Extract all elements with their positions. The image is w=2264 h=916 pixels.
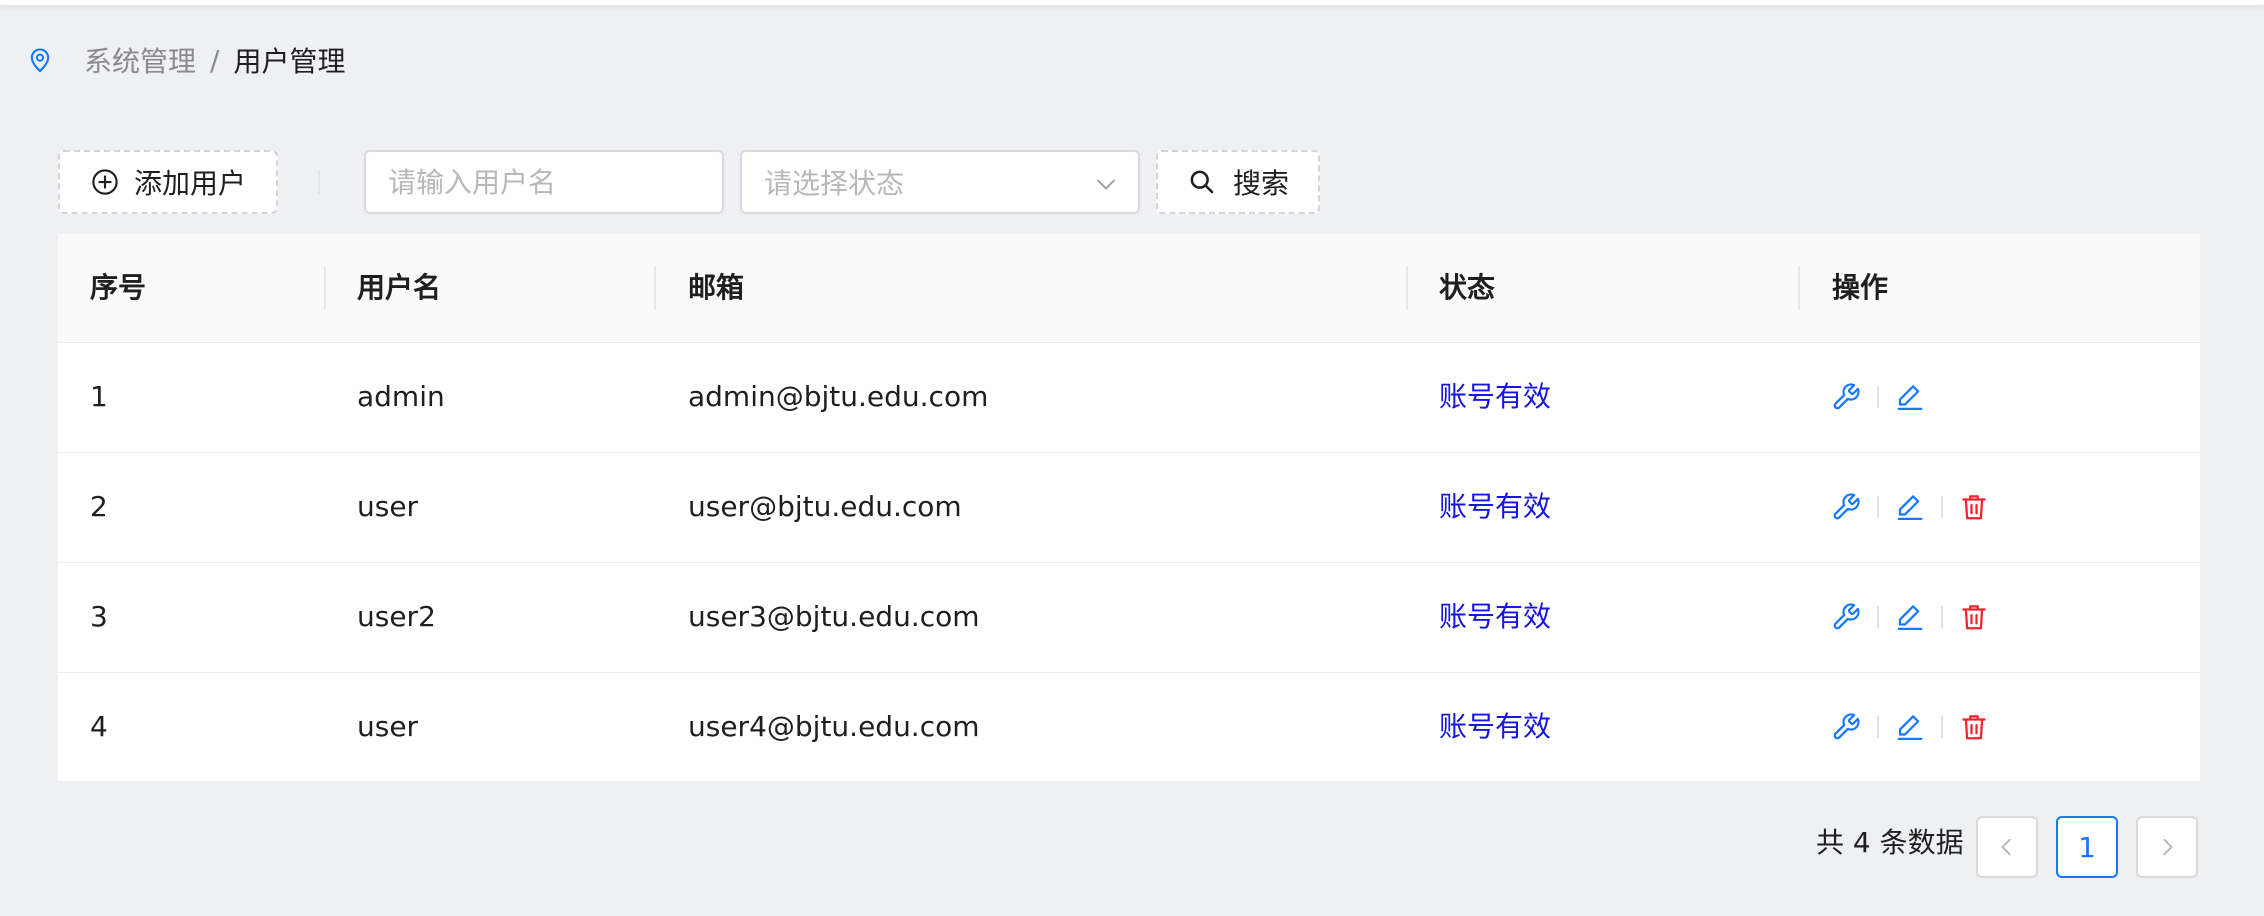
row-actions [1831,453,1989,561]
table-row: 4 user user4@bjtu.edu.com 账号有效 [58,673,2200,781]
edit-pen-icon[interactable] [1895,382,1925,412]
breadcrumb-parent[interactable]: 系统管理 [84,40,196,80]
username-search-input[interactable] [364,150,724,214]
search-icon [1187,167,1217,197]
breadcrumb-separator: / [210,43,220,77]
wrench-icon[interactable] [1831,492,1861,522]
trash-icon[interactable] [1959,712,1989,742]
cell-index: 4 [90,710,108,743]
cell-username: admin [357,380,445,413]
breadcrumb-current: 用户管理 [233,45,346,78]
cell-status: 账号有效 [1439,600,1552,633]
plus-circle-icon [90,167,120,197]
location-pin-icon [26,46,54,74]
top-bar [0,0,2264,5]
action-divider [1877,606,1879,628]
trash-icon[interactable] [1959,602,1989,632]
cell-status: 账号有效 [1439,490,1552,523]
header-actions: 操作 [1832,271,1889,304]
action-divider [1877,386,1879,408]
table-row: 2 user user@bjtu.edu.com 账号有效 [58,453,2200,563]
cell-username: user [357,490,419,523]
search-label: 搜索 [1232,167,1289,200]
cell-email: user3@bjtu.edu.com [688,600,980,633]
add-user-button[interactable]: 添加用户 [58,150,278,214]
header-divider [324,266,326,310]
header-divider [1798,266,1800,310]
row-actions [1831,563,1989,671]
header-index: 序号 [90,271,147,304]
toolbar-divider [318,170,320,194]
action-divider [1941,606,1943,628]
cell-username: user2 [357,600,436,633]
cell-email: user@bjtu.edu.com [688,490,962,523]
next-page-button[interactable] [2136,816,2198,878]
action-divider [1877,716,1879,738]
edit-pen-icon[interactable] [1895,492,1925,522]
row-actions [1831,343,1925,451]
page-number-label: 1 [2078,830,2096,864]
cell-status: 账号有效 [1439,710,1552,743]
add-user-label: 添加用户 [133,167,246,200]
cell-status: 账号有效 [1439,380,1552,413]
cell-email: user4@bjtu.edu.com [688,710,980,743]
page-number-current[interactable]: 1 [2056,816,2118,878]
wrench-icon[interactable] [1831,382,1861,412]
prev-page-button[interactable] [1976,816,2038,878]
cell-index: 3 [90,600,108,633]
status-select[interactable]: 请选择状态 [740,150,1140,214]
header-email: 邮箱 [688,271,745,304]
search-button[interactable]: 搜索 [1156,150,1320,214]
edit-pen-icon[interactable] [1895,712,1925,742]
action-divider [1877,496,1879,518]
cell-index: 2 [90,490,108,523]
breadcrumb: 系统管理 / 用户管理 [26,38,345,82]
row-actions [1831,673,1989,781]
header-divider [1406,266,1408,310]
header-divider [654,266,656,310]
cell-index: 1 [90,380,108,413]
action-divider [1941,716,1943,738]
table-header: 序号 用户名 邮箱 状态 操作 [58,234,2200,343]
chevron-down-icon [1094,172,1118,196]
users-table: 序号 用户名 邮箱 状态 操作 1 admin admin@bjtu.edu.c… [58,234,2200,781]
trash-icon[interactable] [1959,492,1989,522]
table-row: 1 admin admin@bjtu.edu.com 账号有效 [58,343,2200,453]
status-select-placeholder: 请选择状态 [764,167,905,200]
action-divider [1941,496,1943,518]
table-row: 3 user2 user3@bjtu.edu.com 账号有效 [58,563,2200,673]
header-username: 用户名 [357,271,442,304]
cell-username: user [357,710,419,743]
pagination-total: 共 4 条数据 [1816,826,1964,859]
edit-pen-icon[interactable] [1895,602,1925,632]
wrench-icon[interactable] [1831,712,1861,742]
wrench-icon[interactable] [1831,602,1861,632]
cell-email: admin@bjtu.edu.com [688,380,989,413]
header-status: 状态 [1439,271,1496,304]
